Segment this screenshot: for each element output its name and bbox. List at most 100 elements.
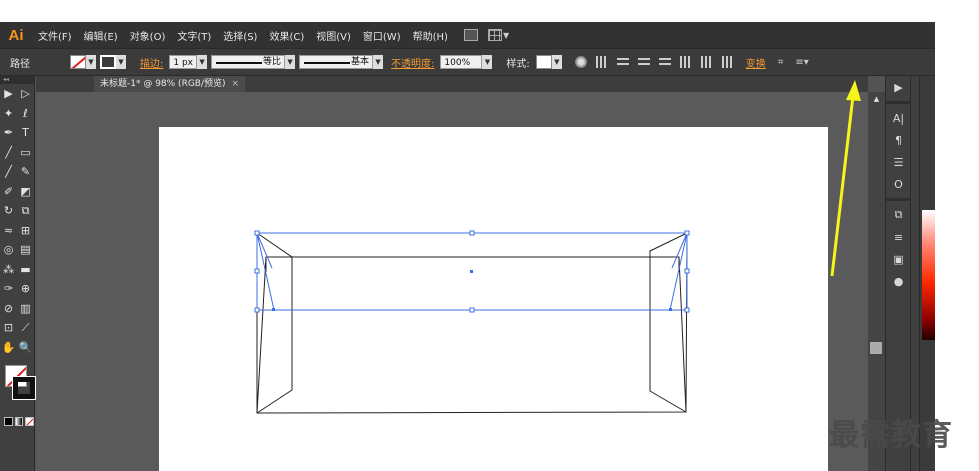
transform-link[interactable]: 变换 bbox=[746, 55, 766, 70]
anchor-left[interactable] bbox=[272, 308, 275, 311]
menu-window[interactable]: 窗口(W) bbox=[357, 28, 407, 43]
handle-middle-left[interactable] bbox=[254, 268, 260, 274]
rectangle-tool-icon[interactable]: ▭ bbox=[19, 145, 33, 159]
handle-bottom-right[interactable] bbox=[684, 307, 690, 313]
dock-panel-icon[interactable]: ● bbox=[886, 270, 911, 292]
direct-selection-tool-icon[interactable]: ▷ bbox=[19, 87, 33, 101]
bridge-icon[interactable] bbox=[463, 29, 478, 41]
variable-width-profile[interactable]: 等比 bbox=[211, 55, 286, 69]
blob-brush-tool-icon[interactable]: ✐ bbox=[2, 184, 16, 198]
document-tab[interactable]: 未标题-1* @ 98% (RGB/预览) × bbox=[94, 76, 246, 92]
eyedropper-tool-icon[interactable]: ✑ bbox=[2, 282, 16, 296]
isolate-icon[interactable]: ⌗ bbox=[778, 57, 784, 68]
menu-file[interactable]: 文件(F) bbox=[32, 28, 78, 43]
align-bottom-icon[interactable] bbox=[721, 56, 734, 68]
pencil-tool-icon[interactable]: ✎ bbox=[19, 165, 33, 179]
graphic-style-dropdown[interactable]: ▼ bbox=[551, 55, 562, 69]
handle-top-center[interactable] bbox=[469, 230, 475, 236]
stroke-weight-field[interactable]: 1 px bbox=[169, 55, 198, 69]
selection-tool-icon[interactable]: ▶ bbox=[2, 87, 16, 101]
stroke-dropdown[interactable]: ▼ bbox=[116, 55, 126, 69]
scroll-up-icon[interactable]: ▲ bbox=[868, 92, 885, 106]
type-tool-icon[interactable]: T bbox=[19, 126, 33, 140]
left-diagonal-path[interactable] bbox=[256, 256, 267, 414]
paintbrush-tool-icon[interactable]: ╱ bbox=[2, 165, 16, 179]
arrange-documents-icon[interactable] bbox=[487, 29, 502, 41]
align-left-icon[interactable] bbox=[616, 56, 629, 68]
brush-definition[interactable]: 基本 bbox=[299, 55, 374, 69]
close-icon[interactable]: × bbox=[232, 79, 240, 89]
handle-bottom-left[interactable] bbox=[254, 307, 260, 313]
black-paths[interactable] bbox=[256, 232, 688, 414]
dock-panel-icon[interactable]: ▶ bbox=[886, 76, 911, 98]
eraser-tool-icon[interactable]: ◩ bbox=[19, 184, 33, 198]
align-center-icon[interactable] bbox=[637, 56, 650, 68]
stroke-weight-dropdown[interactable]: ▼ bbox=[197, 55, 208, 69]
align-middle-icon[interactable] bbox=[700, 56, 713, 68]
pen-tool-icon[interactable]: ✒ bbox=[2, 126, 16, 140]
handle-middle-right[interactable] bbox=[684, 268, 690, 274]
menu-view[interactable]: 视图(V) bbox=[310, 28, 357, 43]
opacity-label-link[interactable]: 不透明度: bbox=[391, 55, 434, 70]
blend-tool-icon[interactable]: ⊕ bbox=[19, 282, 33, 296]
scrollbar-thumb[interactable] bbox=[870, 342, 882, 354]
align-to-icon[interactable] bbox=[595, 56, 608, 68]
artboard[interactable] bbox=[159, 127, 828, 471]
color-mode-button[interactable] bbox=[4, 417, 13, 426]
stroke-label-link[interactable]: 描边: bbox=[140, 55, 163, 70]
canvas-area[interactable] bbox=[36, 92, 868, 471]
lasso-tool-icon[interactable]: ℓ bbox=[19, 106, 33, 120]
fill-dropdown[interactable]: ▼ bbox=[86, 55, 96, 69]
hand-tool-icon[interactable]: ✋ bbox=[2, 340, 16, 354]
free-transform-tool-icon[interactable]: ⊞ bbox=[19, 223, 33, 237]
fill-swatch[interactable] bbox=[70, 55, 86, 69]
menu-help[interactable]: 帮助(H) bbox=[407, 28, 454, 43]
dock-panel-icon[interactable]: ¶ bbox=[886, 129, 911, 151]
magic-wand-tool-icon[interactable]: ✦ bbox=[2, 106, 16, 120]
stroke-swatch[interactable] bbox=[100, 55, 116, 69]
anchor-right[interactable] bbox=[669, 308, 672, 311]
outer-frame-path[interactable] bbox=[256, 232, 688, 414]
stroke-color-box[interactable] bbox=[12, 376, 36, 400]
dock-panel-icon[interactable]: ▣ bbox=[886, 248, 911, 270]
profile-dropdown[interactable]: ▼ bbox=[285, 55, 296, 69]
dock-panel-icon[interactable]: A| bbox=[886, 107, 911, 129]
menu-select[interactable]: 选择(S) bbox=[217, 28, 263, 43]
dock-panel-icon[interactable]: ≡ bbox=[886, 226, 911, 248]
handle-top-left[interactable] bbox=[254, 230, 260, 236]
artwork[interactable] bbox=[159, 127, 828, 471]
rotate-tool-icon[interactable]: ↻ bbox=[2, 204, 16, 218]
align-right-icon[interactable] bbox=[658, 56, 671, 68]
align-top-icon[interactable] bbox=[679, 56, 692, 68]
knife-tool-icon[interactable]: ⟋ bbox=[19, 321, 33, 335]
dock-panel-icon[interactable]: ☰ bbox=[886, 151, 911, 173]
right-diagonal-path[interactable] bbox=[678, 256, 687, 413]
handle-bottom-center[interactable] bbox=[469, 307, 475, 313]
tools-panel-grip[interactable]: ◂◂ bbox=[0, 76, 34, 84]
dock-panel-icon[interactable]: ⧉ bbox=[886, 204, 911, 226]
gradient-mode-button[interactable] bbox=[14, 417, 24, 426]
panel-menu-icon[interactable]: ≡▾ bbox=[795, 57, 808, 68]
menu-effect[interactable]: 效果(C) bbox=[263, 28, 310, 43]
menu-type[interactable]: 文字(T) bbox=[171, 28, 217, 43]
none-mode-button[interactable] bbox=[25, 417, 35, 426]
warp-tool-icon[interactable]: ≈ bbox=[2, 223, 16, 237]
menu-edit[interactable]: 编辑(E) bbox=[78, 28, 124, 43]
menu-object[interactable]: 对象(O) bbox=[124, 28, 172, 43]
graph-tool-icon[interactable]: ▤ bbox=[19, 243, 33, 257]
symbol-sprayer-tool-icon[interactable]: ⁂ bbox=[2, 262, 16, 276]
artboard-tool-icon[interactable]: ⊡ bbox=[2, 321, 16, 335]
chevron-down-icon[interactable]: ▼ bbox=[503, 31, 509, 40]
line-tool-icon[interactable]: ╱ bbox=[2, 145, 16, 159]
column-graph-tool-icon[interactable]: ▥ bbox=[19, 301, 33, 315]
shape-builder-tool-icon[interactable]: ◎ bbox=[2, 243, 16, 257]
dock-panel-icon[interactable]: O bbox=[886, 173, 911, 195]
color-spectrum[interactable] bbox=[922, 210, 936, 340]
anchor-points[interactable] bbox=[272, 270, 672, 311]
inner-top-path[interactable] bbox=[265, 256, 680, 272]
opacity-dropdown[interactable]: ▼ bbox=[482, 55, 493, 69]
brush-dropdown[interactable]: ▼ bbox=[373, 55, 384, 69]
recolor-artwork-icon[interactable] bbox=[574, 56, 587, 68]
scale-tool-icon[interactable]: ⧉ bbox=[19, 204, 33, 218]
slice-tool-icon[interactable]: ⊘ bbox=[2, 301, 16, 315]
